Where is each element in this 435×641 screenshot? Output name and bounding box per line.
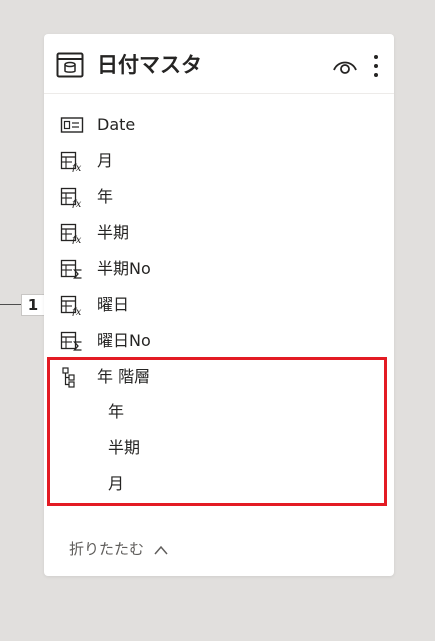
field-label-date: Date	[97, 115, 136, 134]
field-label-year: 年	[97, 187, 114, 206]
sum-column-icon	[60, 259, 82, 279]
field-row-month[interactable]: fx 月	[44, 145, 394, 177]
field-row-weekday-no[interactable]: 曜日No	[44, 325, 394, 357]
date-field-icon	[60, 117, 84, 133]
calculated-column-icon: fx	[60, 151, 82, 172]
svg-text:fx: fx	[71, 235, 82, 244]
collapse-label: 折りたたむ	[69, 540, 145, 558]
field-row-half-year-no[interactable]: 半期No	[44, 253, 394, 285]
svg-text:fx: fx	[71, 163, 82, 172]
field-label-half-year-no: 半期No	[97, 259, 151, 278]
hierarchy-level-label: 年	[108, 402, 125, 421]
hierarchy-row[interactable]: 年 階層	[44, 361, 394, 393]
sum-column-icon	[60, 331, 82, 351]
field-label-month: 月	[97, 151, 114, 170]
table-icon	[56, 52, 84, 78]
eye-icon[interactable]	[332, 56, 358, 76]
hierarchy-level-half-year[interactable]: 半期	[44, 432, 394, 464]
table-card[interactable]: 日付マスタ Date fx 月 fx 年 fx 半期 半期No fx 曜日 曜日…	[44, 34, 394, 576]
hierarchy-level-month[interactable]: 月	[44, 468, 394, 500]
hierarchy-level-label: 月	[108, 474, 125, 493]
hierarchy-label: 年 階層	[97, 367, 151, 386]
cardinality-badge: 1	[21, 294, 45, 316]
svg-text:fx: fx	[71, 307, 82, 316]
field-row-date[interactable]: Date	[44, 109, 394, 141]
field-row-year[interactable]: fx 年	[44, 181, 394, 213]
more-vertical-icon[interactable]	[368, 53, 384, 79]
svg-text:fx: fx	[71, 199, 82, 208]
field-row-weekday[interactable]: fx 曜日	[44, 289, 394, 321]
hierarchy-level-year[interactable]: 年	[44, 396, 394, 428]
calculated-column-icon: fx	[60, 223, 82, 244]
calculated-column-icon: fx	[60, 295, 82, 316]
card-header: 日付マスタ	[44, 34, 394, 94]
field-label-weekday-no: 曜日No	[97, 331, 151, 350]
hierarchy-level-label: 半期	[108, 438, 141, 457]
collapse-button[interactable]: 折りたたむ	[69, 537, 169, 561]
field-label-weekday: 曜日	[97, 295, 130, 314]
card-title: 日付マスタ	[97, 53, 202, 77]
chevron-up-icon	[154, 545, 168, 554]
calculated-column-icon: fx	[60, 187, 82, 208]
field-row-half-year[interactable]: fx 半期	[44, 217, 394, 249]
field-label-half-year: 半期	[97, 223, 130, 242]
hierarchy-icon	[62, 367, 75, 388]
